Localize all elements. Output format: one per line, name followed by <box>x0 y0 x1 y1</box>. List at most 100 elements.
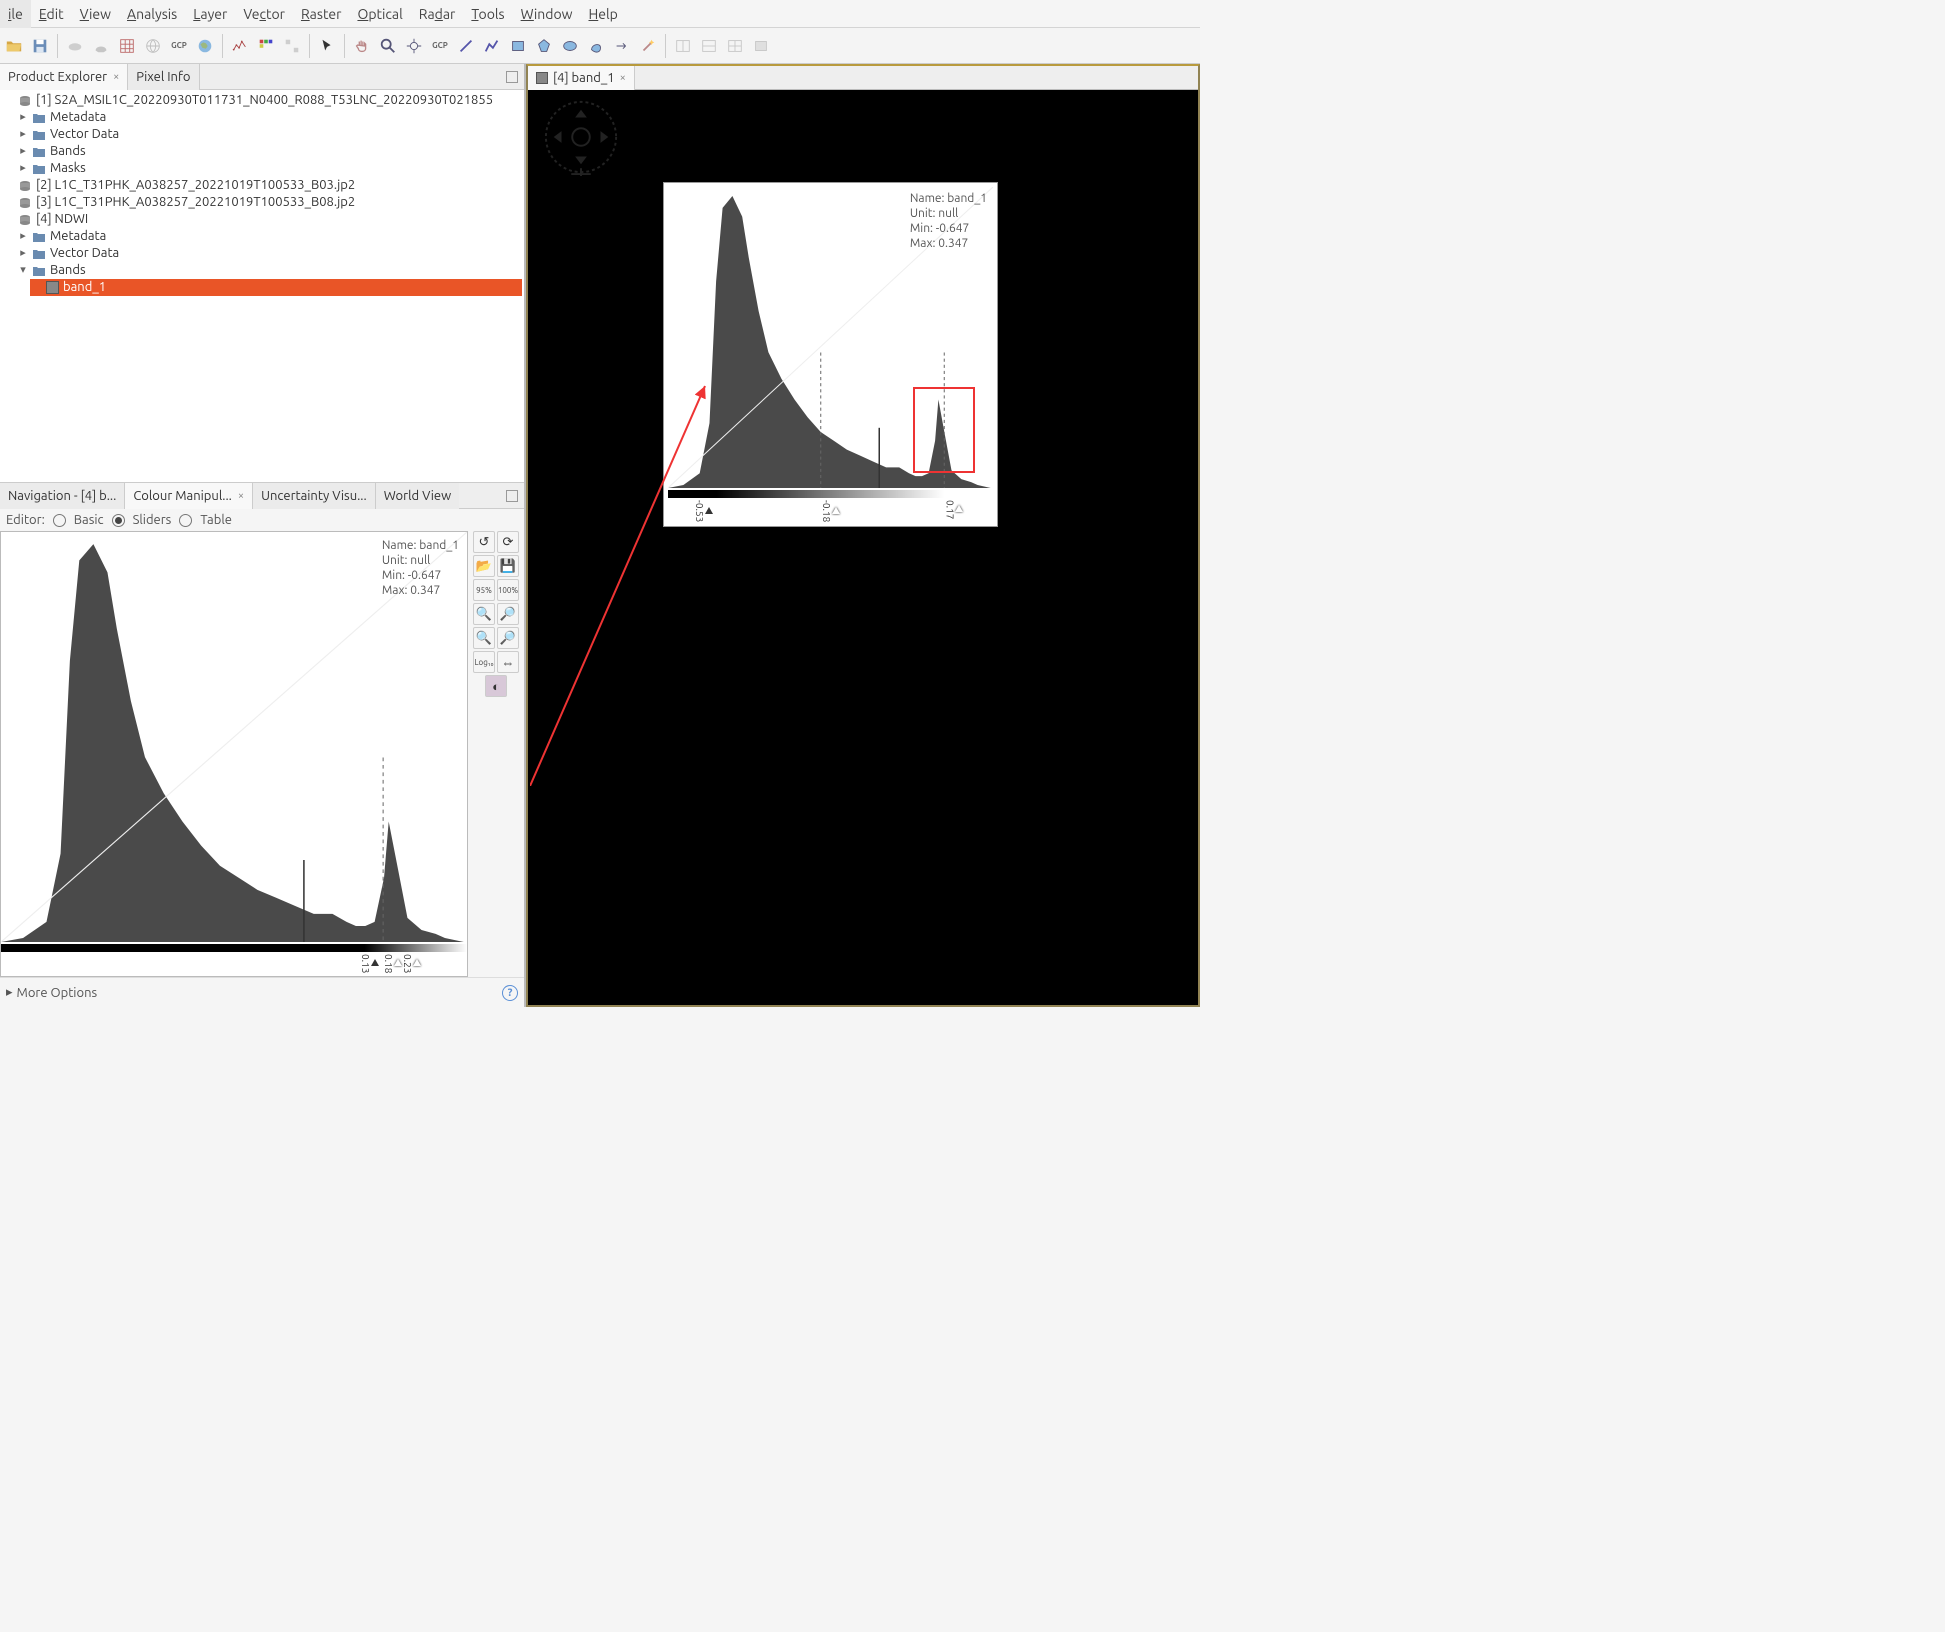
tree-product-4[interactable]: [4] NDWI ▸Metadata ▸Vector Data ▾Bands b… <box>2 211 522 296</box>
label-icon[interactable] <box>610 34 634 58</box>
save-icon[interactable] <box>28 34 52 58</box>
zoom-in-v-icon[interactable]: 🔍 <box>473 603 495 625</box>
main-toolbar: GCP GCP <box>0 28 1200 64</box>
menu-raster[interactable]: Raster <box>293 0 349 28</box>
expand-icon[interactable]: ▸ <box>6 985 13 1000</box>
tab-uncertainty[interactable]: Uncertainty Visu... <box>253 483 376 509</box>
menu-optical[interactable]: Optical <box>349 0 410 28</box>
menu-analysis[interactable]: Analysis <box>119 0 185 28</box>
navigation-widget-icon[interactable] <box>542 98 620 176</box>
menu-edit[interactable]: Edit <box>31 0 72 28</box>
editor-mode-row: Editor: Basic Sliders Table <box>0 509 524 531</box>
polyline-icon[interactable] <box>480 34 504 58</box>
tile-h-icon[interactable] <box>671 34 695 58</box>
pointer-icon[interactable] <box>315 34 339 58</box>
gradient-bar[interactable] <box>1 942 467 952</box>
tree-product-2[interactable]: [2] L1C_T31PHK_A038257_20221019T100533_B… <box>2 177 522 194</box>
menu-tools[interactable]: Tools <box>463 0 512 28</box>
tree-bands[interactable]: ▸Bands <box>16 143 522 160</box>
tree-metadata[interactable]: ▸Metadata <box>16 109 522 126</box>
menu-help[interactable]: Help <box>581 0 626 28</box>
close-tab-icon[interactable]: × <box>620 72 626 84</box>
gcp-icon[interactable]: GCP <box>167 34 191 58</box>
radio-table[interactable] <box>179 514 192 527</box>
close-tab-icon[interactable]: × <box>238 490 244 502</box>
view-tab-band1[interactable]: [4] band_1 × <box>528 66 635 90</box>
close-tab-icon[interactable]: × <box>113 71 119 83</box>
tree-ndwi-metadata[interactable]: ▸Metadata <box>16 228 522 245</box>
menu-layer[interactable]: Layer <box>185 0 235 28</box>
band-icon <box>46 281 59 294</box>
open-icon[interactable] <box>2 34 26 58</box>
save-palette-icon[interactable]: 💾 <box>497 555 519 577</box>
zoom-icon[interactable] <box>376 34 400 58</box>
tree-ndwi-bands[interactable]: ▾Bands band_1 <box>16 262 522 296</box>
stretch-100-button[interactable]: 100% <box>497 579 519 601</box>
range-icon[interactable]: ⇔ <box>497 651 519 673</box>
help-icon[interactable]: ? <box>502 985 518 1001</box>
zoom-out-h-icon[interactable]: 🔎 <box>497 627 519 649</box>
menu-vector[interactable]: Vector <box>235 0 293 28</box>
log10-button[interactable]: Log₁₀ <box>473 651 495 673</box>
tree-band-1[interactable]: band_1 <box>30 279 522 296</box>
wand-icon[interactable] <box>636 34 660 58</box>
graph-icon[interactable] <box>228 34 252 58</box>
palette-icon[interactable]: ◐ <box>485 675 507 697</box>
inset-histogram: Name: band_1 Unit: null Min: -0.647 Max:… <box>663 182 998 527</box>
folder-icon <box>32 145 46 159</box>
menu-radar[interactable]: Radar <box>411 0 464 28</box>
ellipse-icon[interactable] <box>558 34 582 58</box>
gcp-tool-icon[interactable]: GCP <box>428 34 452 58</box>
tile-v-icon[interactable] <box>697 34 721 58</box>
menu-window[interactable]: Window <box>513 0 581 28</box>
menu-view[interactable]: View <box>72 0 119 28</box>
window-icon[interactable] <box>749 34 773 58</box>
world-icon[interactable] <box>193 34 217 58</box>
grid-icon[interactable] <box>115 34 139 58</box>
slider-ticks[interactable]: 0.130.180.23 <box>1 952 467 974</box>
menu-file[interactable]: ile <box>0 0 31 28</box>
reset-icon[interactable]: ↺ <box>473 531 495 553</box>
classify-icon[interactable] <box>254 34 278 58</box>
tab-pixel-info[interactable]: Pixel Info <box>128 64 199 90</box>
upper-panel-tabs: Product Explorer × Pixel Info <box>0 64 524 90</box>
tile-grid-icon[interactable] <box>723 34 747 58</box>
tab-navigation[interactable]: Navigation - [4] b... <box>0 483 125 509</box>
tree-masks[interactable]: ▸Masks <box>16 160 522 177</box>
tree-vector[interactable]: ▸Vector Data <box>16 126 522 143</box>
histogram-panel[interactable]: Name: band_1 Unit: null Min: -0.647 Max:… <box>0 531 468 977</box>
zoom-out-v-icon[interactable]: 🔎 <box>497 603 519 625</box>
crosshair-icon[interactable] <box>402 34 426 58</box>
tab-product-explorer[interactable]: Product Explorer × <box>0 64 128 90</box>
more-options-label[interactable]: More Options <box>17 986 98 1000</box>
tab-colour-manipulation[interactable]: Colour Manipul...× <box>125 483 253 509</box>
zoom-in-h-icon[interactable]: 🔍 <box>473 627 495 649</box>
minimize-icon[interactable] <box>506 71 518 83</box>
bandmath-icon[interactable] <box>280 34 304 58</box>
globe-icon[interactable] <box>141 34 165 58</box>
tree-ndwi-vector[interactable]: ▸Vector Data <box>16 245 522 262</box>
image-viewer[interactable]: [4] band_1 × Name: band_1 Unit: null Min… <box>526 64 1200 1007</box>
rectangle-icon[interactable] <box>506 34 530 58</box>
mask-icon[interactable] <box>89 34 113 58</box>
product-tree[interactable]: [1] S2A_MSIL1C_20220930T011731_N0400_R08… <box>0 90 524 483</box>
pan-icon[interactable] <box>350 34 374 58</box>
freehand-icon[interactable] <box>584 34 608 58</box>
histogram-tools: ↺⟳ 📂💾 95%100% 🔍🔎 🔍🔎 Log₁₀⇔ ◐ <box>472 531 520 977</box>
open-palette-icon[interactable]: 📂 <box>473 555 495 577</box>
line-icon[interactable] <box>454 34 478 58</box>
tree-product-1[interactable]: [1] S2A_MSIL1C_20220930T011731_N0400_R08… <box>2 92 522 177</box>
reload-icon[interactable]: ⟳ <box>497 531 519 553</box>
histogram-info: Name: band_1 Unit: null Min: -0.647 Max:… <box>382 538 459 598</box>
tab-world-view[interactable]: World View <box>376 483 459 509</box>
polygon-icon[interactable] <box>532 34 556 58</box>
minimize-icon[interactable] <box>506 490 518 502</box>
radio-basic[interactable] <box>53 514 66 527</box>
product-icon <box>18 196 32 210</box>
folder-icon <box>32 247 46 261</box>
cloud-icon[interactable] <box>63 34 87 58</box>
inset-slider-ticks: -0.53-0.180.17 <box>668 498 993 520</box>
tree-product-3[interactable]: [3] L1C_T31PHK_A038257_20221019T100533_B… <box>2 194 522 211</box>
radio-sliders[interactable] <box>112 514 125 527</box>
stretch-95-button[interactable]: 95% <box>473 579 495 601</box>
